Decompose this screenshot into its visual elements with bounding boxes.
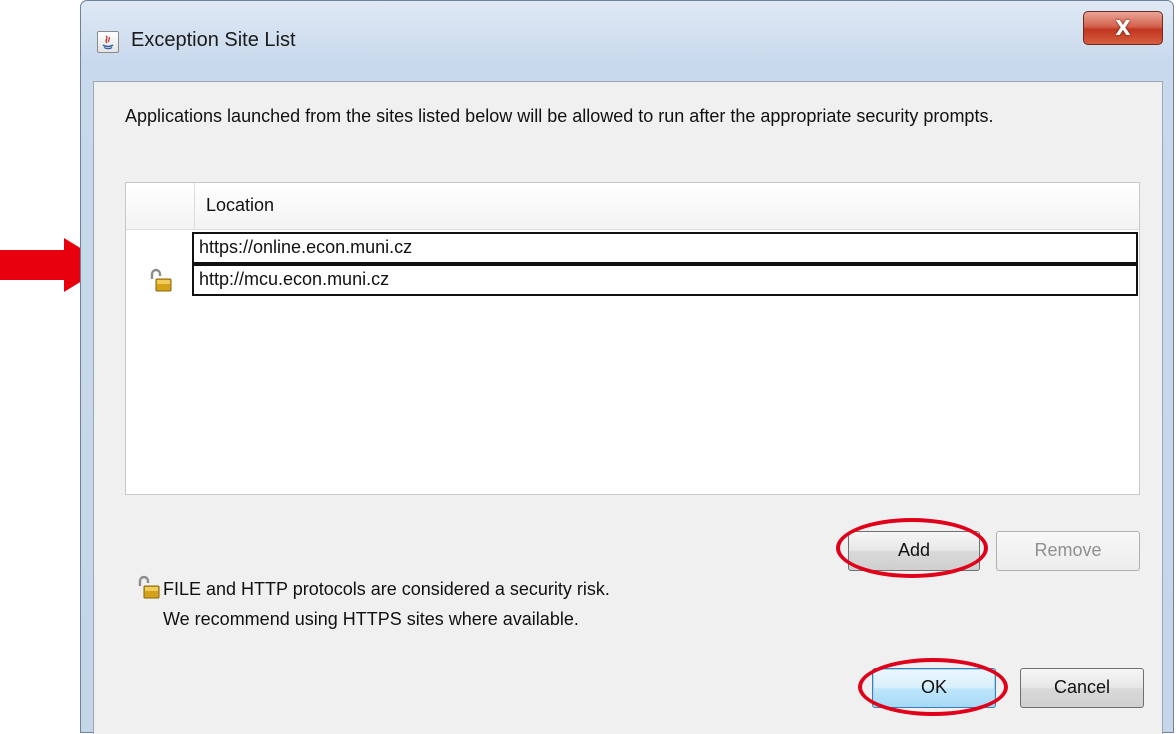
unlocked-padlock-icon — [138, 575, 160, 599]
row-location-cell[interactable]: https://online.econ.muni.cz — [192, 232, 1138, 264]
location-column-header[interactable]: Location — [206, 195, 274, 216]
table-row[interactable]: https://online.econ.muni.cz — [128, 232, 1138, 264]
row-icon-cell — [128, 232, 192, 264]
table-header: Location — [126, 183, 1139, 230]
java-icon — [97, 31, 119, 53]
remove-button[interactable]: Remove — [996, 531, 1140, 571]
security-note-line2: We recommend using HTTPS sites where ava… — [163, 609, 579, 629]
description-text: Applications launched from the sites lis… — [125, 106, 994, 126]
window-title: Exception Site List — [131, 29, 296, 51]
row-icon-cell — [128, 264, 192, 296]
red-annotation-ellipse-ok — [858, 658, 1008, 716]
security-note: FILE and HTTP protocols are considered a… — [163, 574, 610, 634]
red-annotation-ellipse-add — [836, 518, 988, 578]
security-note-line1: FILE and HTTP protocols are considered a… — [163, 579, 610, 599]
header-icon-column — [126, 183, 195, 229]
close-icon: X — [1115, 16, 1131, 40]
unlocked-padlock-icon — [150, 268, 172, 292]
cancel-button[interactable]: Cancel — [1020, 668, 1144, 708]
title-bar[interactable]: Exception Site List X — [81, 1, 1173, 81]
close-button[interactable]: X — [1083, 11, 1163, 45]
row-location-cell[interactable]: http://mcu.econ.muni.cz — [192, 264, 1138, 296]
table-row[interactable]: http://mcu.econ.muni.cz — [128, 264, 1138, 296]
exception-site-table: Location https://online.econ.muni.cz htt… — [125, 182, 1140, 495]
